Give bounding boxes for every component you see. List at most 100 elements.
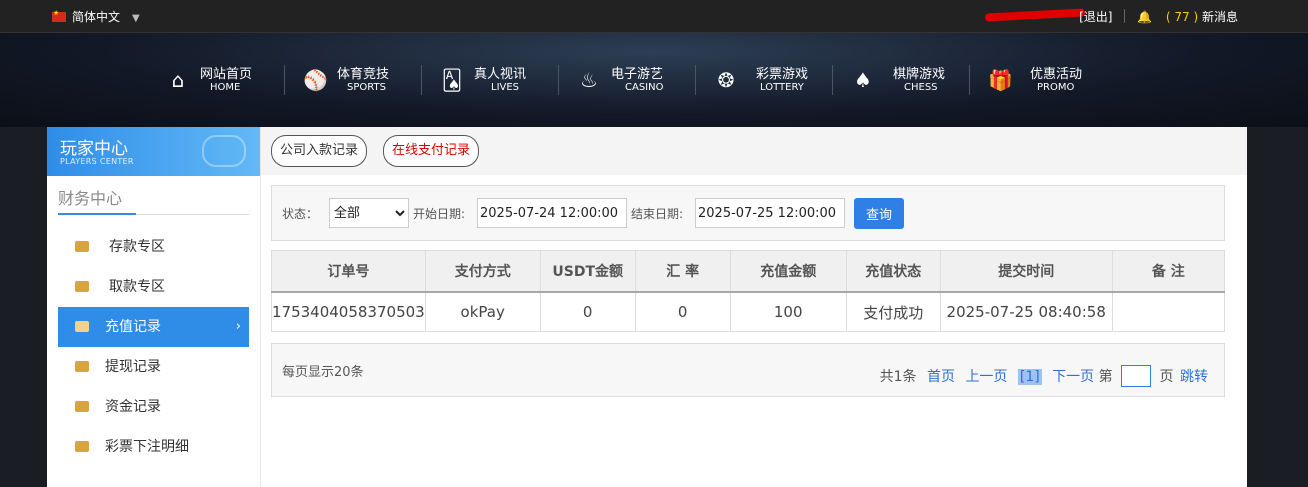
column-header: USDT金额 <box>540 250 636 293</box>
tab-company-deposit[interactable]: 公司入款记录 <box>271 135 368 167</box>
gamepad-icon <box>202 135 246 167</box>
deposit-icon <box>75 241 89 252</box>
language-label: 简体中文 <box>72 10 121 24</box>
section-underline <box>58 213 136 215</box>
next-page-link[interactable]: 下一页 <box>1052 369 1094 385</box>
nav-sublabel: CHESS <box>904 82 938 93</box>
nav-divider <box>284 65 285 95</box>
bell-icon[interactable]: 🔔 <box>1137 10 1152 24</box>
logout-link[interactable]: [退出] <box>1079 10 1112 24</box>
nav-divider <box>832 65 833 95</box>
section-title: 财务中心 <box>58 189 123 208</box>
sidebar-item-recharge-records[interactable]: 充值记录 › <box>58 307 249 347</box>
nav-promo[interactable]: 🎁 优惠活动 PROMO <box>982 63 1119 99</box>
nav-casino[interactable]: ♨ 电子游艺 CASINO <box>571 63 708 99</box>
nav-sports[interactable]: ⚾ 体育竞技 SPORTS <box>297 63 434 99</box>
records-table: 订单号 支付方式 USDT金额 汇 率 充值金额 充值状态 提交时间 备 注 1… <box>271 250 1226 332</box>
nav-label: 棋牌游戏 <box>893 67 946 82</box>
main-nav: ⌂ 网站首页 HOME ⚾ 体育竞技 SPORTS 🂡 真人视讯 LIVES ♨… <box>0 33 1308 127</box>
sidebar-item-withdraw[interactable]: 取款专区 <box>58 267 249 307</box>
sidebar-item-withdraw-records[interactable]: 提现记录 <box>58 347 249 387</box>
remark-cell <box>1112 292 1226 332</box>
nav-sublabel: CASINO <box>625 82 664 93</box>
column-header: 支付方式 <box>425 250 541 293</box>
column-header: 汇 率 <box>635 250 731 293</box>
total-count: 共1条 <box>879 369 917 385</box>
goto-page-link[interactable]: 跳转 <box>1180 369 1208 385</box>
nav-sublabel: PROMO <box>1037 82 1075 93</box>
filter-bar: 状态： 全部 开始日期: 结束日期: 查询 <box>271 185 1225 241</box>
nav-label: 电子游艺 <box>611 67 664 82</box>
nav-lives[interactable]: 🂡 真人视讯 LIVES <box>434 63 571 99</box>
column-header: 充值状态 <box>846 250 941 293</box>
nav-divider <box>969 65 970 95</box>
user-links: [退出] 🔔 ( 77 ) 新消息 <box>1079 8 1238 25</box>
nav-label: 网站首页 <box>200 67 253 82</box>
nav-chess[interactable]: ♠ 棋牌游戏 CHESS <box>845 63 982 99</box>
end-date-label: 结束日期: <box>631 207 684 221</box>
pagination-links: 共1条 首页 上一页 [1] 下一页 第 页 跳转 <box>880 365 1208 387</box>
tab-online-payment[interactable]: 在线支付记录 <box>383 135 480 167</box>
start-date-label: 开始日期: <box>413 207 466 221</box>
order-id-cell: 1753404058370503 <box>271 292 426 332</box>
sidebar: 玩家中心 PLAYERS CENTER 财务中心 存款专区 取款专区 充值记录 … <box>47 127 261 487</box>
slot-icon: ♨ <box>580 68 598 92</box>
username-redacted <box>984 8 1086 22</box>
sidebar-item-label: 彩票下注明细 <box>105 439 189 455</box>
ball-icon: ⚾ <box>303 68 328 92</box>
nav-sublabel: SPORTS <box>347 82 386 93</box>
sidebar-item-label: 存款专区 <box>109 239 165 255</box>
nav-divider <box>421 65 422 95</box>
usdt-amount-cell: 0 <box>540 292 636 332</box>
main-content: 公司入款记录 在线支付记录 状态： 全部 开始日期: 结束日期: 查询 订单号 … <box>261 127 1247 487</box>
column-header: 充值金额 <box>730 250 847 293</box>
first-page-link[interactable]: 首页 <box>927 369 955 385</box>
query-button[interactable]: 查询 <box>854 198 904 229</box>
sidebar-subtitle: PLAYERS CENTER <box>60 157 134 166</box>
record-tabs: 公司入款记录 在线支付记录 <box>261 127 1247 175</box>
per-page-label: 每页显示20条 <box>282 365 364 380</box>
sidebar-item-label: 充值记录 <box>105 319 161 335</box>
home-icon: ⌂ <box>171 68 185 92</box>
nav-label: 彩票游戏 <box>756 67 809 82</box>
sidebar-title: 玩家中心 <box>60 139 128 159</box>
chevron-down-icon: ▼ <box>132 13 140 24</box>
message-count[interactable]: ( 77 ) <box>1166 10 1198 24</box>
page-prefix: 第 <box>1098 369 1113 385</box>
submit-time-cell: 2025-07-25 08:40:58 <box>940 292 1113 332</box>
recharge-status-cell: 支付成功 <box>846 292 941 332</box>
players-center-panel: 玩家中心 PLAYERS CENTER 财务中心 存款专区 取款专区 充值记录 … <box>47 127 1247 487</box>
sidebar-item-lottery-bets[interactable]: 彩票下注明细 <box>58 427 249 467</box>
fund-icon <box>75 401 89 412</box>
sidebar-item-label: 资金记录 <box>105 399 161 415</box>
spade-icon: ♠ <box>854 68 872 92</box>
withdraw-icon <box>75 281 89 292</box>
list-icon <box>75 441 89 452</box>
gift-icon: 🎁 <box>988 68 1013 92</box>
nav-sublabel: LOTTERY <box>760 82 804 93</box>
moneybag-icon <box>75 321 89 332</box>
sidebar-item-deposit[interactable]: 存款专区 <box>58 227 249 267</box>
page-suffix: 页 <box>1159 369 1174 385</box>
china-flag-icon <box>52 9 66 22</box>
prev-page-link[interactable]: 上一页 <box>965 369 1007 385</box>
start-date-input[interactable] <box>477 198 627 228</box>
nav-label: 体育竞技 <box>337 67 390 82</box>
chevron-right-icon: › <box>235 319 241 334</box>
column-header: 订单号 <box>271 250 426 293</box>
nav-lottery[interactable]: ❂ 彩票游戏 LOTTERY <box>708 63 845 99</box>
language-selector[interactable]: 简体中文 ▼ <box>52 8 140 25</box>
sidebar-item-fund-records[interactable]: 资金记录 <box>58 387 249 427</box>
nav-label: 优惠活动 <box>1030 67 1083 82</box>
recharge-amount-cell: 100 <box>730 292 847 332</box>
end-date-input[interactable] <box>695 198 845 228</box>
messages-link[interactable]: 新消息 <box>1202 10 1238 24</box>
nav-home[interactable]: ⌂ 网站首页 HOME <box>160 63 297 99</box>
column-header: 提交时间 <box>940 250 1113 293</box>
pagination: 每页显示20条 共1条 首页 上一页 [1] 下一页 第 页 跳转 <box>271 343 1225 397</box>
table-header-row: 订单号 支付方式 USDT金额 汇 率 充值金额 充值状态 提交时间 备 注 <box>271 250 1226 293</box>
page-number-input[interactable] <box>1121 365 1152 387</box>
sidebar-header: 玩家中心 PLAYERS CENTER <box>47 127 260 176</box>
payment-method-cell: okPay <box>425 292 541 332</box>
status-select[interactable]: 全部 <box>329 198 409 228</box>
